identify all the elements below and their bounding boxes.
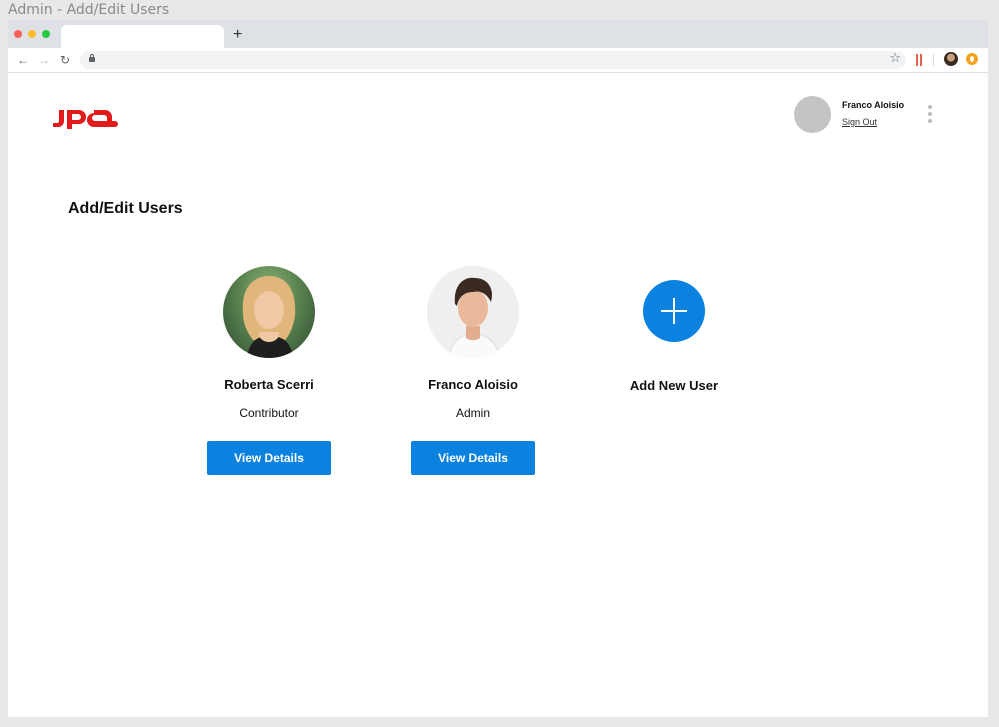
kebab-dot — [928, 105, 932, 109]
jpa-logo[interactable] — [52, 107, 122, 134]
add-user-label[interactable]: Add New User — [599, 378, 749, 393]
kebab-dot — [928, 112, 932, 116]
page-content: Franco Aloisio Sign Out Add/Edit Users R… — [8, 73, 988, 717]
more-options-icon[interactable] — [928, 105, 932, 125]
browser-tab-active[interactable] — [61, 25, 224, 48]
user-role: Contributor — [239, 406, 299, 420]
add-user-button[interactable] — [643, 280, 705, 342]
new-tab-button[interactable]: + — [233, 25, 242, 45]
forward-arrow-icon[interactable]: → — [38, 52, 50, 68]
sign-out-link[interactable]: Sign Out — [842, 117, 877, 127]
extension-orange-icon[interactable] — [966, 53, 978, 65]
close-window-button[interactable] — [14, 30, 22, 38]
reload-icon[interactable]: ↻ — [60, 52, 70, 68]
user-card: Franco Aloisio Admin View Details — [398, 266, 548, 475]
user-name: Franco Aloisio — [428, 377, 518, 392]
page-title: Add/Edit Users — [68, 200, 183, 217]
back-arrow-icon[interactable]: ← — [17, 52, 29, 68]
view-details-button[interactable]: View Details — [207, 441, 331, 475]
user-avatar — [223, 266, 315, 358]
view-details-button[interactable]: View Details — [411, 441, 535, 475]
user-photo-icon — [427, 266, 519, 358]
add-user-card: Add New User — [599, 280, 749, 393]
user-photo-icon — [242, 276, 296, 358]
minimize-window-button[interactable] — [28, 30, 36, 38]
browser-window: + ← → ↻ ☆ Franco Aloisio Sign Out Add/Ed… — [8, 20, 988, 717]
kebab-dot — [928, 119, 932, 123]
user-name: Roberta Scerri — [224, 377, 314, 392]
profile-avatar-icon[interactable] — [944, 52, 958, 66]
browser-toolbar: ← → ↻ ☆ — [8, 48, 988, 73]
account-avatar[interactable] — [794, 96, 831, 133]
user-avatar — [427, 266, 519, 358]
user-card: Roberta Scerri Contributor View Details — [194, 266, 344, 475]
bookmark-star-icon[interactable]: ☆ — [889, 50, 901, 66]
lock-icon — [89, 54, 95, 62]
user-role: Admin — [455, 406, 490, 420]
extension-icon[interactable] — [916, 54, 922, 66]
jpa-logo-icon — [53, 110, 118, 129]
account-name: Franco Aloisio — [842, 100, 905, 110]
tab-bar: + — [8, 20, 988, 48]
address-bar[interactable]: ☆ — [80, 50, 906, 69]
maximize-window-button[interactable] — [42, 30, 50, 38]
toolbar-divider — [933, 54, 934, 66]
window-title: Admin - Add/Edit Users — [8, 2, 170, 18]
